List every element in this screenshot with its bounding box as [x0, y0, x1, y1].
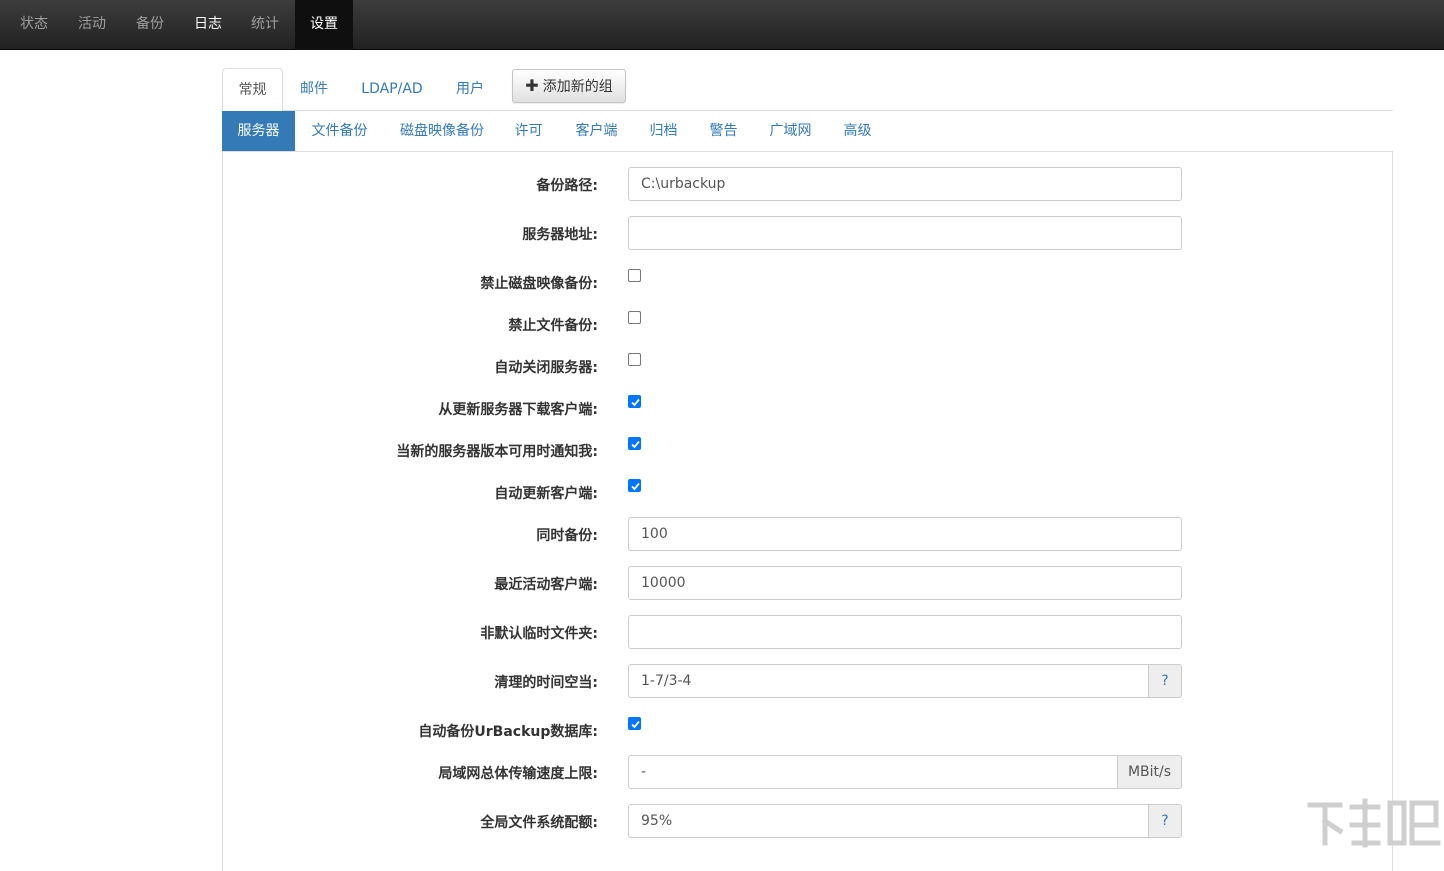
backup-path-label: 备份路径: — [536, 175, 598, 195]
max-active-clients-input[interactable]: 10000 — [628, 566, 1182, 600]
tab-license[interactable]: 许可 — [505, 111, 552, 151]
download-client-label: 从更新服务器下载客户端: — [438, 399, 598, 419]
download-client-checkbox[interactable] — [628, 395, 641, 408]
tmp-folder-input[interactable] — [628, 615, 1182, 649]
global-quota-help-button[interactable]: ? — [1149, 804, 1182, 838]
tab-client[interactable]: 客户端 — [566, 111, 627, 151]
tab-alerts[interactable]: 警告 — [700, 111, 747, 151]
add-group-button[interactable]: ✚ 添加新的组 — [512, 69, 626, 103]
auto-shutdown-checkbox[interactable] — [628, 353, 641, 366]
auto-update-clients-label: 自动更新客户端: — [494, 483, 598, 503]
cleanup-window-input[interactable]: 1-7/3-4 — [628, 664, 1149, 698]
tab-users[interactable]: 用户 — [442, 68, 498, 111]
plus-icon: ✚ — [525, 76, 538, 95]
global-quota-input[interactable]: 95% — [628, 804, 1149, 838]
backup-path-input[interactable]: C:\urbackup — [628, 167, 1182, 201]
disable-file-backup-checkbox[interactable] — [628, 311, 641, 324]
backup-database-label: 自动备份UrBackup数据库: — [418, 721, 598, 741]
tab-file-backups[interactable]: 文件备份 — [302, 111, 377, 151]
server-address-input[interactable] — [628, 216, 1182, 250]
tab-mail[interactable]: 邮件 — [286, 68, 342, 111]
checkmark-icon — [630, 439, 641, 450]
max-active-clients-label: 最近活动客户端: — [494, 574, 598, 594]
settings-sub-tabs: 服务器 文件备份 磁盘映像备份 许可 客户端 归档 警告 广域网 高级 — [222, 111, 1393, 152]
top-navbar: 状态 活动 备份 日志 统计 设置 — [0, 0, 1444, 50]
cleanup-window-help-button[interactable]: ? — [1149, 664, 1182, 698]
nav-settings[interactable]: 设置 — [295, 0, 353, 50]
tab-server[interactable]: 服务器 — [222, 111, 295, 151]
disable-file-backup-label: 禁止文件备份: — [508, 315, 598, 335]
auto-shutdown-label: 自动关闭服务器: — [494, 357, 598, 377]
auto-update-clients-checkbox[interactable] — [628, 479, 641, 492]
speed-unit-addon: MBit/s — [1118, 755, 1182, 789]
watermark-logo — [1300, 795, 1444, 851]
tab-general[interactable]: 常规 — [222, 68, 283, 112]
notify-new-version-checkbox[interactable] — [628, 437, 641, 450]
global-quota-label: 全局文件系统配额: — [480, 812, 598, 832]
disable-image-backup-label: 禁止磁盘映像备份: — [480, 273, 598, 293]
nav-backups[interactable]: 备份 — [122, 0, 178, 50]
simultaneous-backups-label: 同时备份: — [536, 525, 598, 545]
lan-speed-limit-input[interactable]: - — [628, 755, 1118, 789]
notify-new-version-label: 当新的服务器版本可用时通知我: — [396, 441, 598, 461]
checkmark-icon — [630, 397, 641, 408]
nav-status[interactable]: 状态 — [0, 0, 68, 50]
nav-logs[interactable]: 日志 — [180, 0, 236, 50]
server-address-label: 服务器地址: — [522, 224, 598, 244]
tab-internet[interactable]: 广域网 — [760, 111, 821, 151]
checkmark-icon — [630, 481, 641, 492]
nav-statistics[interactable]: 统计 — [237, 0, 293, 50]
disable-image-backup-checkbox[interactable] — [628, 269, 641, 282]
lan-speed-limit-label: 局域网总体传输速度上限: — [438, 763, 598, 783]
cleanup-window-label: 清理的时间空当: — [494, 672, 598, 692]
tab-ldap[interactable]: LDAP/AD — [352, 68, 432, 111]
checkmark-icon — [630, 719, 641, 730]
tab-archive[interactable]: 归档 — [640, 111, 687, 151]
nav-activities[interactable]: 活动 — [64, 0, 120, 50]
tmp-folder-label: 非默认临时文件夹: — [480, 623, 598, 643]
backup-database-checkbox[interactable] — [628, 717, 641, 730]
simultaneous-backups-input[interactable]: 100 — [628, 517, 1182, 551]
add-group-label: 添加新的组 — [543, 79, 613, 95]
tab-image-backups[interactable]: 磁盘映像备份 — [390, 111, 494, 151]
tab-advanced[interactable]: 高级 — [834, 111, 881, 151]
settings-top-tabs: 常规 邮件 LDAP/AD 用户 ✚ 添加新的组 — [222, 68, 1393, 111]
